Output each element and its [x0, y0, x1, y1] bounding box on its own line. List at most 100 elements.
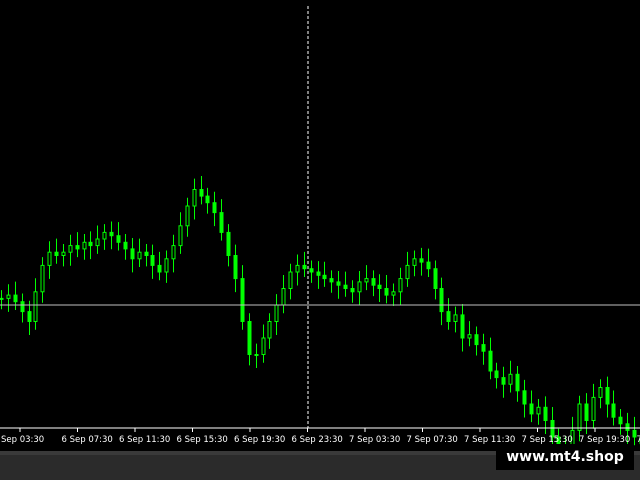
candle	[302, 251, 307, 277]
candle-body	[192, 189, 197, 207]
candle	[261, 324, 266, 363]
candle	[178, 212, 183, 254]
candle	[371, 270, 376, 297]
candle	[116, 222, 121, 251]
candle-body	[426, 261, 431, 270]
candle-body	[377, 284, 382, 290]
candle	[240, 265, 245, 330]
candle-body	[171, 245, 176, 260]
candle	[164, 250, 169, 283]
candle	[109, 221, 114, 250]
candle-body	[398, 278, 403, 293]
candle	[598, 379, 603, 409]
candle	[453, 306, 458, 333]
candle-body	[481, 344, 486, 352]
candle	[515, 366, 520, 402]
candle-body	[412, 258, 417, 266]
candle-body	[261, 337, 266, 355]
candle-body	[439, 288, 444, 313]
candle	[267, 313, 272, 349]
candle	[274, 294, 279, 336]
candle	[295, 254, 300, 286]
candle-body	[116, 235, 121, 243]
candle	[391, 283, 396, 306]
candle-body	[240, 278, 245, 323]
candle	[6, 284, 11, 312]
candle-body	[543, 406, 548, 421]
candle-body	[212, 202, 217, 214]
candle-body	[295, 264, 300, 273]
candle-body	[13, 294, 18, 303]
candle	[405, 251, 410, 287]
candle	[247, 313, 252, 366]
candle	[508, 360, 513, 393]
candle-body	[20, 301, 25, 313]
candle	[40, 257, 45, 303]
candle	[591, 383, 596, 429]
candle-body	[27, 311, 32, 323]
candle-body	[618, 416, 623, 425]
candle-body	[474, 334, 479, 346]
candle-body	[61, 251, 66, 256]
watermark-label: www.mt4.shop	[496, 444, 634, 470]
candle-body	[488, 350, 493, 372]
candle-body	[0, 297, 4, 300]
candle-body	[150, 255, 155, 266]
candle	[95, 225, 100, 254]
candle	[488, 337, 493, 380]
candle-body	[405, 264, 410, 280]
candle	[412, 250, 417, 277]
candle	[522, 379, 527, 418]
candle	[88, 231, 93, 260]
candle-body	[529, 403, 534, 415]
candle	[377, 274, 382, 303]
candle	[481, 333, 486, 365]
candle-body	[371, 278, 376, 286]
x-tick-label: 7 Sep 03:30	[349, 435, 400, 445]
candle-body	[591, 396, 596, 421]
candle	[192, 178, 197, 220]
candle-body	[205, 195, 210, 204]
candle-body	[515, 373, 520, 392]
candle-body	[88, 241, 93, 247]
candle	[130, 238, 135, 273]
candle-body	[199, 189, 204, 197]
candle-body	[384, 288, 389, 296]
candle	[336, 271, 341, 299]
candle-body	[157, 264, 162, 273]
candle	[529, 390, 534, 423]
chart-canvas[interactable]: Sep 03:30 6 Sep 07:30 6 Sep 11:30 6 Sep 15:…	[0, 0, 640, 480]
candle	[20, 293, 25, 323]
candle	[316, 261, 321, 289]
candle-body	[316, 271, 321, 276]
candle-body	[178, 225, 183, 247]
candle-body	[522, 390, 527, 405]
candle	[605, 376, 610, 418]
candle-series	[0, 175, 640, 468]
candle	[233, 244, 238, 293]
x-tick-label: 7 S	[637, 435, 640, 445]
candle	[33, 278, 38, 330]
candle-body	[350, 288, 355, 293]
candle	[219, 199, 224, 241]
candle-body	[446, 311, 451, 323]
candle	[102, 224, 107, 250]
candle	[54, 238, 59, 264]
price-chart[interactable]: Sep 03:30 6 Sep 07:30 6 Sep 11:30 6 Sep 15:…	[0, 0, 640, 480]
candle	[82, 234, 87, 260]
x-tick-label: 6 Sep 11:30	[119, 435, 170, 445]
candle	[281, 274, 286, 314]
candle-body	[605, 387, 610, 405]
candle-body	[267, 321, 272, 339]
candle	[460, 304, 465, 352]
candle	[150, 244, 155, 279]
candle	[212, 191, 217, 227]
candle-body	[137, 251, 142, 260]
candle-body	[109, 231, 114, 237]
candle-body	[467, 334, 472, 339]
x-tick-label: 6 Sep 19:30	[234, 435, 285, 445]
candle-body	[536, 406, 541, 415]
candle-body	[233, 255, 238, 280]
candle	[137, 238, 142, 268]
x-tick-label: 7 Sep 07:30	[407, 435, 458, 445]
